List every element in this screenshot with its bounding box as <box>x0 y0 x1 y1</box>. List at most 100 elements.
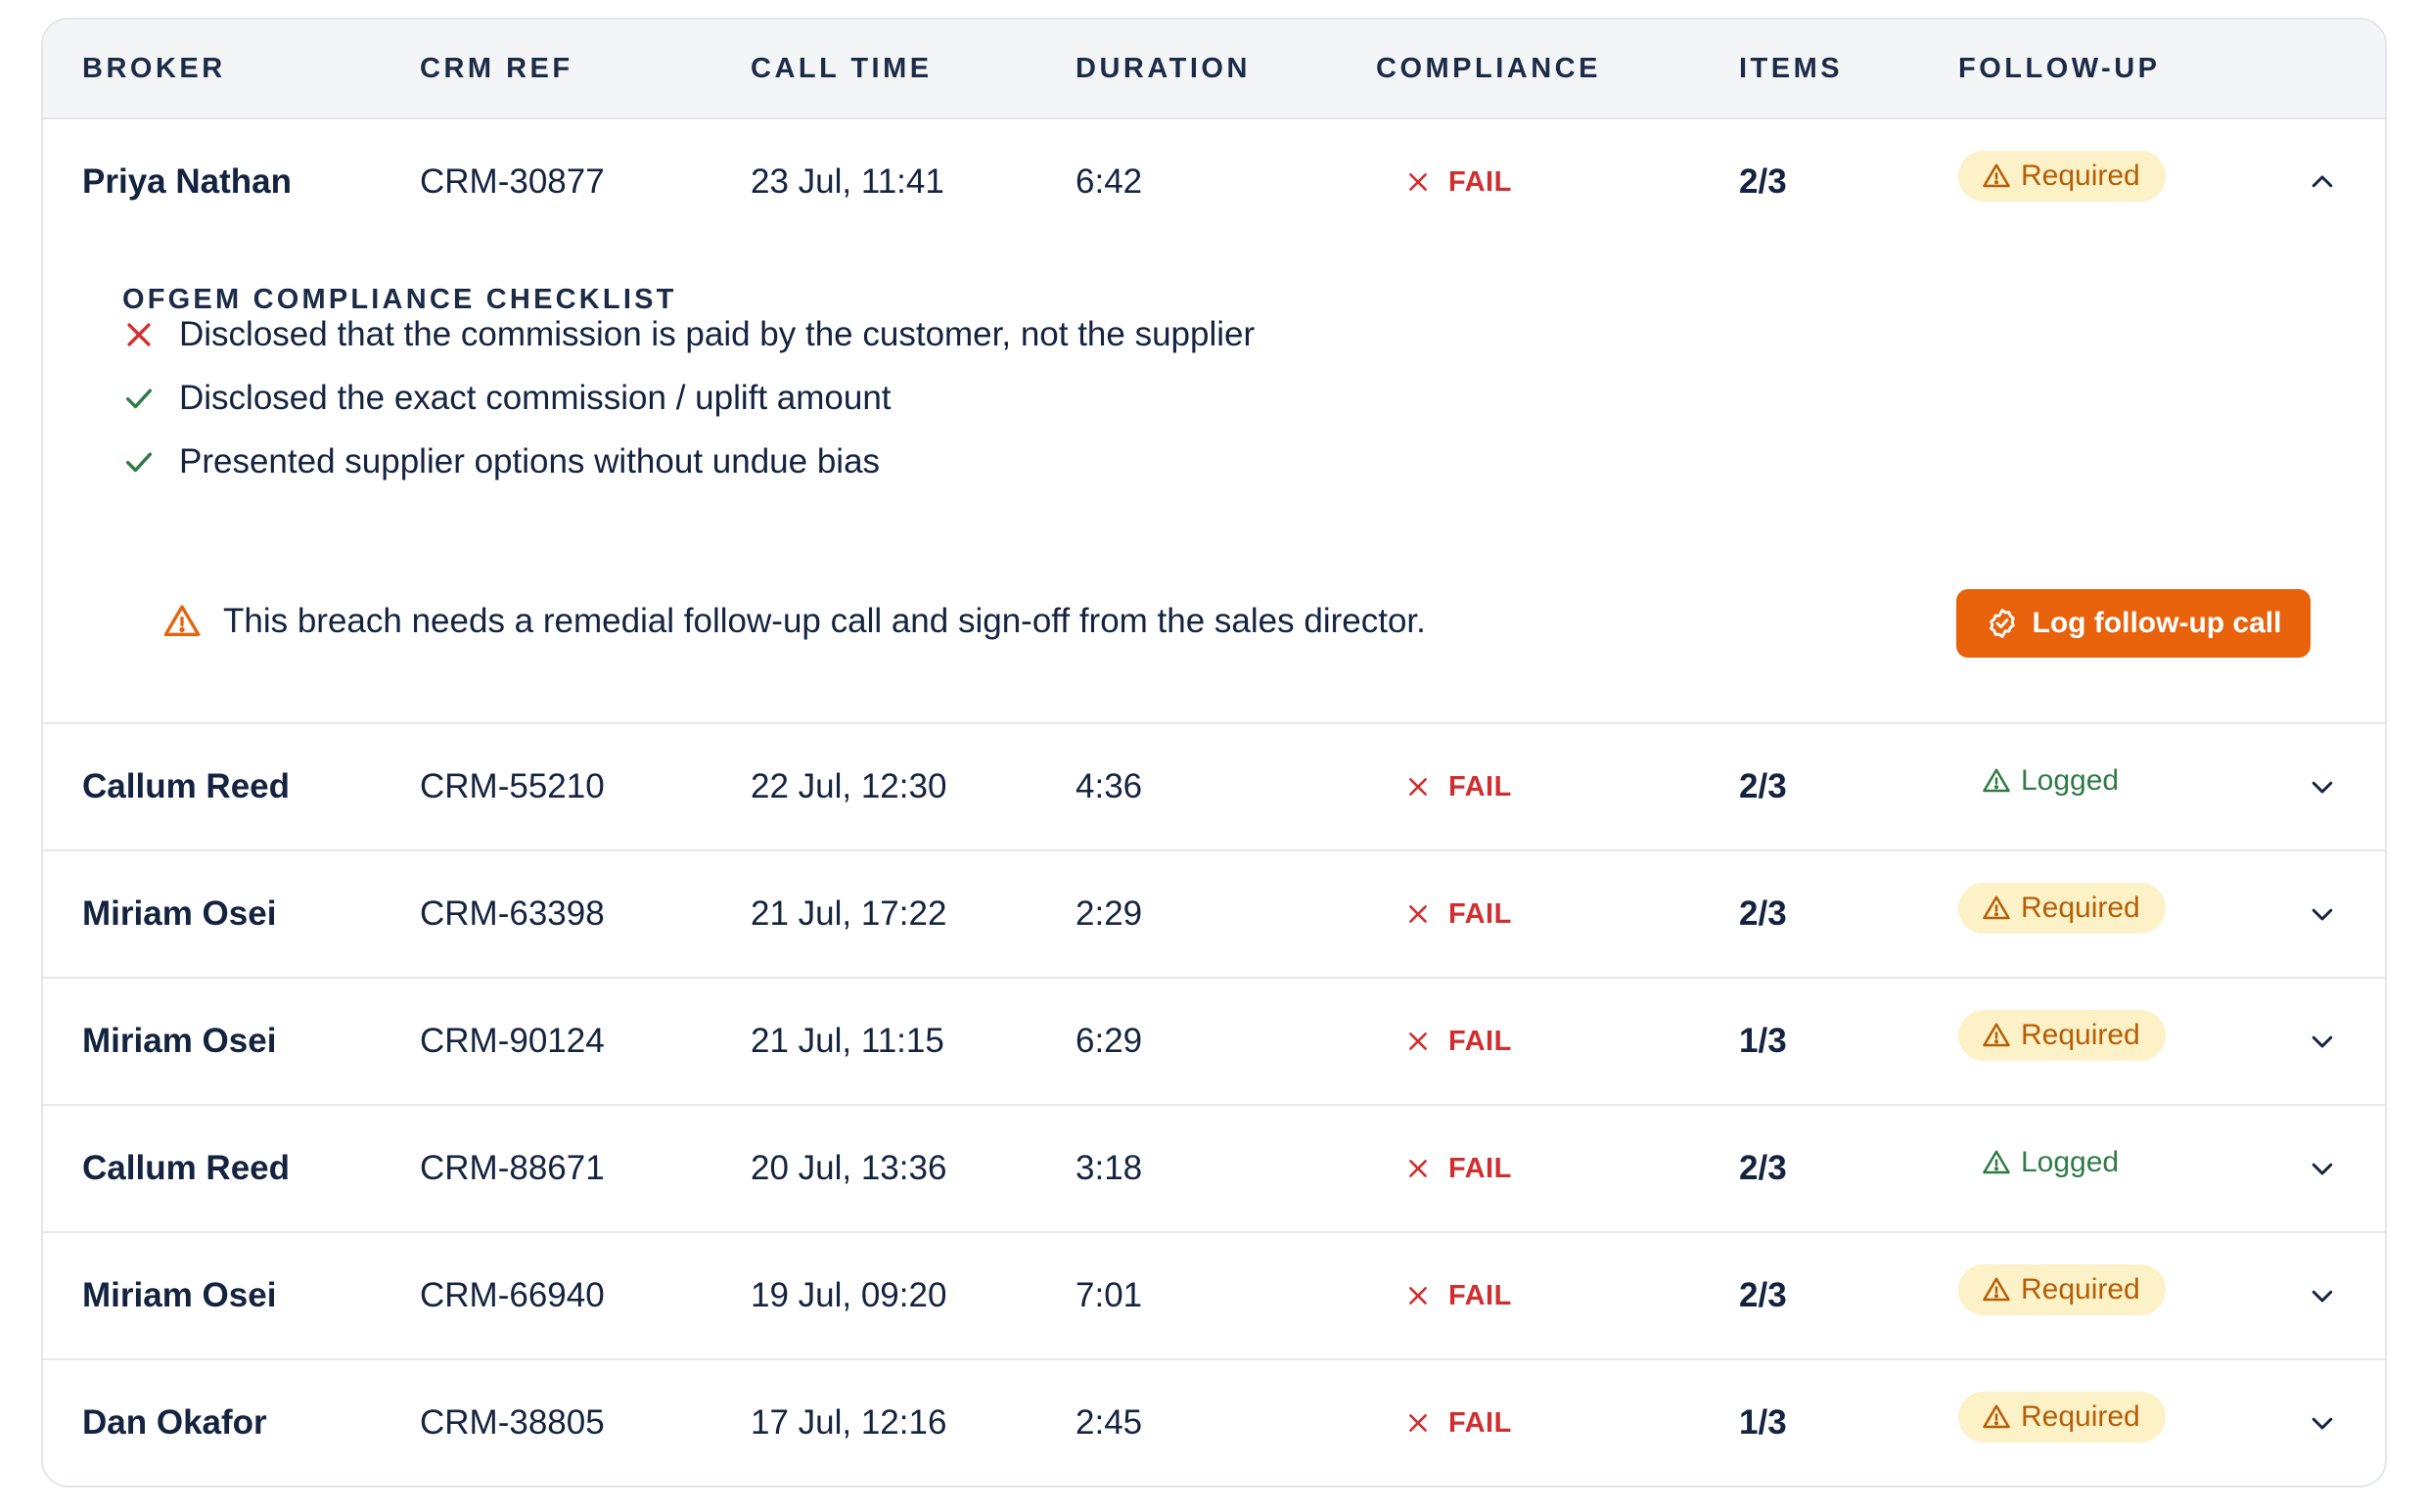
crm-ref: CRM-90124 <box>420 1022 605 1060</box>
check-circle-icon <box>1989 609 2015 638</box>
follow-up-label: Logged <box>2021 1146 2120 1178</box>
warning-triangle-icon <box>1982 1021 2021 1050</box>
follow-up-badge: Required <box>1958 151 2166 202</box>
compliance-label: FAIL <box>1448 1025 1512 1057</box>
duration: 7:01 <box>1076 1276 1143 1314</box>
warning-triangle-icon <box>1982 1402 2021 1432</box>
follow-up-label: Required <box>2021 1400 2140 1433</box>
crm-ref: CRM-30877 <box>420 162 605 201</box>
compliance-status: FAIL <box>1405 1233 1512 1358</box>
warning-triangle-icon <box>1982 893 2021 923</box>
x-icon <box>1405 1283 1448 1308</box>
compliance-label: FAIL <box>1448 770 1512 802</box>
column-crm-ref[interactable]: CRM REF <box>420 20 573 117</box>
warning-triangle-icon <box>163 605 201 636</box>
compliance-status: FAIL <box>1405 119 1512 245</box>
warning-triangle-icon <box>1982 1275 2021 1305</box>
chevron-up-icon[interactable] <box>2303 162 2342 202</box>
x-icon <box>1405 1156 1448 1181</box>
table-row[interactable]: Dan Okafor CRM-38805 17 Jul, 12:16 2:45 … <box>43 1360 2385 1486</box>
log-follow-up-call-button[interactable]: Log follow-up call <box>1956 589 2311 658</box>
checklist-item: Presented supplier options without undue… <box>122 433 880 491</box>
table-header: BROKER CRM REF CALL TIME DURATION COMPLI… <box>43 20 2385 119</box>
column-duration[interactable]: DURATION <box>1076 20 1251 117</box>
check-icon <box>122 445 179 479</box>
warning-triangle-icon <box>1982 161 2021 191</box>
crm-ref: CRM-66940 <box>420 1276 605 1314</box>
table-row[interactable]: Callum Reed CRM-55210 22 Jul, 12:30 4:36… <box>43 724 2385 851</box>
duration: 2:45 <box>1076 1403 1143 1442</box>
follow-up-badge: Required <box>1958 1392 2166 1443</box>
x-icon <box>1405 901 1448 927</box>
chevron-down-icon[interactable] <box>2303 767 2342 806</box>
broker-name: Dan Okafor <box>82 1403 267 1442</box>
call-review-table: BROKER CRM REF CALL TIME DURATION COMPLI… <box>41 18 2387 1488</box>
follow-up-badge: Required <box>1958 883 2166 934</box>
checklist-item-text: Presented supplier options without undue… <box>179 442 881 481</box>
checklist-item: Disclosed the exact commission / uplift … <box>122 369 892 428</box>
chevron-down-icon[interactable] <box>2303 894 2342 934</box>
compliance-label: FAIL <box>1448 1279 1512 1311</box>
table-row[interactable]: Callum Reed CRM-88671 20 Jul, 13:36 3:18… <box>43 1106 2385 1233</box>
log-follow-up-call-label: Log follow-up call <box>2032 607 2282 639</box>
chevron-down-icon[interactable] <box>2303 1149 2342 1188</box>
crm-ref: CRM-38805 <box>420 1403 605 1442</box>
call-time: 17 Jul, 12:16 <box>751 1403 947 1442</box>
x-icon <box>1405 169 1448 195</box>
compliance-status: FAIL <box>1405 851 1512 977</box>
items-count: 2/3 <box>1739 894 1787 933</box>
table-row[interactable]: Miriam Osei CRM-66940 19 Jul, 09:20 7:01… <box>43 1233 2385 1360</box>
column-follow-up[interactable]: FOLLOW-UP <box>1958 20 2161 117</box>
broker-name: Priya Nathan <box>82 162 292 201</box>
check-icon <box>122 382 179 415</box>
follow-up-badge: Required <box>1958 1010 2166 1061</box>
compliance-label: FAIL <box>1448 897 1512 930</box>
compliance-status: FAIL <box>1405 1360 1512 1486</box>
call-time: 22 Jul, 12:30 <box>751 767 947 805</box>
follow-up-badge: Required <box>1958 1264 2166 1315</box>
breach-warning-text: This breach needs a remedial follow-up c… <box>223 602 1426 640</box>
follow-up-label: Required <box>2021 1019 2140 1051</box>
chevron-down-icon[interactable] <box>2303 1276 2342 1315</box>
follow-up-badge: Logged <box>1958 1137 2144 1188</box>
compliance-status: FAIL <box>1405 724 1512 849</box>
column-call-time[interactable]: CALL TIME <box>751 20 933 117</box>
x-icon <box>1405 1410 1448 1436</box>
crm-ref: CRM-63398 <box>420 894 605 933</box>
duration: 6:29 <box>1076 1022 1143 1060</box>
column-items[interactable]: ITEMS <box>1739 20 1843 117</box>
duration: 3:18 <box>1076 1149 1143 1187</box>
compliance-status: FAIL <box>1405 1106 1512 1231</box>
items-count: 1/3 <box>1739 1022 1787 1060</box>
broker-name: Miriam Osei <box>82 1022 277 1060</box>
table-row[interactable]: Priya Nathan CRM-30877 23 Jul, 11:41 6:4… <box>43 119 2385 247</box>
follow-up-badge: Logged <box>1958 756 2144 806</box>
chevron-down-icon[interactable] <box>2303 1403 2342 1443</box>
column-compliance[interactable]: COMPLIANCE <box>1376 20 1601 117</box>
call-time: 19 Jul, 09:20 <box>751 1276 947 1314</box>
chevron-down-icon[interactable] <box>2303 1022 2342 1061</box>
broker-name: Callum Reed <box>82 1149 290 1187</box>
items-count: 1/3 <box>1739 1403 1787 1442</box>
items-count: 2/3 <box>1739 767 1787 805</box>
call-time: 21 Jul, 17:22 <box>751 894 947 933</box>
follow-up-label: Logged <box>2021 764 2120 797</box>
warning-triangle-icon <box>1982 1148 2021 1177</box>
follow-up-label: Required <box>2021 892 2140 924</box>
duration: 4:36 <box>1076 767 1143 805</box>
compliance-status: FAIL <box>1405 979 1512 1104</box>
duration: 2:29 <box>1076 894 1143 933</box>
items-count: 2/3 <box>1739 162 1787 201</box>
table-row[interactable]: Miriam Osei CRM-90124 21 Jul, 11:15 6:29… <box>43 979 2385 1106</box>
compliance-label: FAIL <box>1448 1406 1512 1439</box>
table-row[interactable]: Miriam Osei CRM-63398 21 Jul, 17:22 2:29… <box>43 851 2385 979</box>
call-time: 23 Jul, 11:41 <box>751 162 944 201</box>
crm-ref: CRM-55210 <box>420 767 605 805</box>
broker-name: Miriam Osei <box>82 1276 277 1314</box>
broker-name: Callum Reed <box>82 767 290 805</box>
column-broker[interactable]: BROKER <box>82 20 226 117</box>
items-count: 2/3 <box>1739 1149 1787 1187</box>
follow-up-label: Required <box>2021 1273 2140 1306</box>
checklist-item-text: Disclosed that the commission is paid by… <box>179 315 1256 353</box>
items-count: 2/3 <box>1739 1276 1787 1314</box>
